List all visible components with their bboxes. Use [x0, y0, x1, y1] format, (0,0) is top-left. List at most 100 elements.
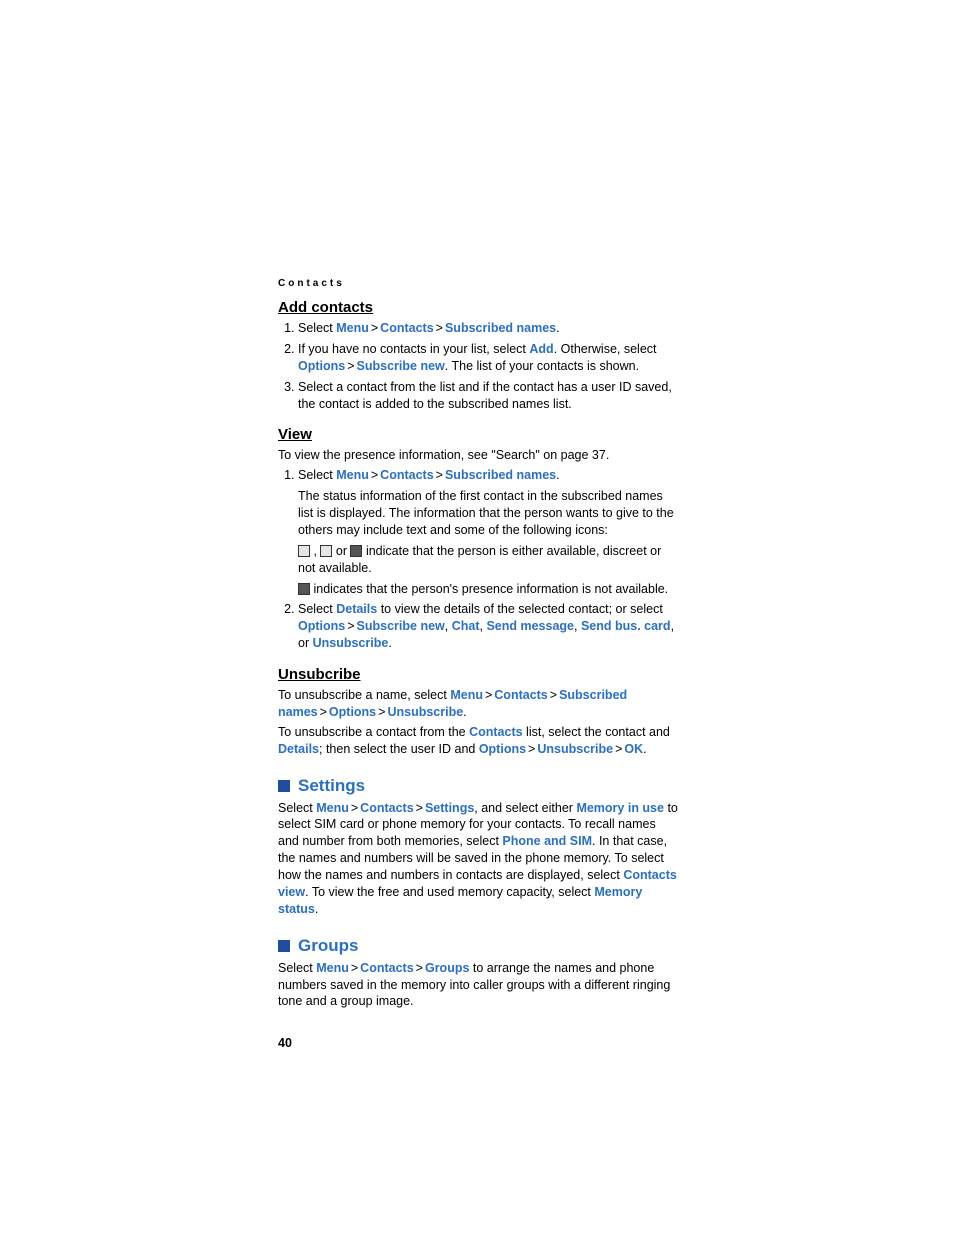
link-send-message[interactable]: Send message	[486, 619, 574, 633]
heading-settings: Settings	[278, 776, 678, 796]
body-text: . Otherwise, select	[554, 342, 657, 356]
body-text: .	[388, 636, 391, 650]
presence-available-icon	[298, 545, 310, 557]
body-text: Select	[298, 321, 336, 335]
link-chat[interactable]: Chat	[452, 619, 480, 633]
link-ok[interactable]: OK	[624, 742, 643, 756]
link-contacts[interactable]: Contacts	[494, 688, 547, 702]
body-text: indicates that the person's presence inf…	[310, 582, 668, 596]
link-phone-and-sim[interactable]: Phone and SIM	[502, 834, 592, 848]
body-text: The status information of the first cont…	[298, 488, 678, 539]
link-menu[interactable]: Menu	[336, 468, 369, 482]
link-groups[interactable]: Groups	[425, 961, 469, 975]
link-unsubscribe[interactable]: Unsubscribe	[537, 742, 613, 756]
body-text: to view the details of the selected cont…	[377, 602, 663, 616]
link-menu[interactable]: Menu	[450, 688, 483, 702]
list-item: Select Menu>Contacts>Subscribed names.	[298, 320, 678, 337]
body-text: Select	[298, 602, 336, 616]
link-unsubscribe[interactable]: Unsubscribe	[313, 636, 389, 650]
body-text: To view the presence information, see "S…	[278, 447, 678, 464]
page-number: 40	[278, 1036, 292, 1050]
separator: >	[436, 321, 443, 335]
body-text: Select Menu>Contacts>Settings, and selec…	[278, 800, 678, 918]
heading-groups: Groups	[278, 936, 678, 956]
body-text: ,	[574, 619, 581, 633]
list-item: Select Details to view the details of th…	[298, 601, 678, 652]
body-text: ,	[310, 544, 320, 558]
link-options[interactable]: Options	[479, 742, 526, 756]
body-text: Select Menu>Contacts>Groups to arrange t…	[278, 960, 678, 1011]
body-text: To unsubscribe a contact from the Contac…	[278, 724, 678, 758]
body-text: , and select either	[474, 801, 576, 815]
link-send-bus-card[interactable]: Send bus. card	[581, 619, 671, 633]
body-text: .	[463, 705, 466, 719]
body-text: . To view the free and used memory capac…	[305, 885, 594, 899]
presence-unknown-icon	[298, 583, 310, 595]
body-text: If you have no contacts in your list, se…	[298, 342, 529, 356]
link-memory-in-use[interactable]: Memory in use	[576, 801, 664, 815]
body-text: .	[643, 742, 646, 756]
body-text: .	[556, 468, 559, 482]
link-contacts[interactable]: Contacts	[380, 321, 433, 335]
heading-unsubscribe: Unsubcribe	[278, 666, 678, 683]
separator: >	[347, 619, 354, 633]
link-subscribe-new[interactable]: Subscribe new	[357, 619, 445, 633]
link-unsubscribe[interactable]: Unsubscribe	[387, 705, 463, 719]
section-bullet-icon	[278, 780, 290, 792]
heading-add-contacts: Add contacts	[278, 299, 678, 316]
heading-text: Settings	[298, 776, 365, 796]
body-text: To unsubscribe a name, select	[278, 688, 450, 702]
view-steps: Select Menu>Contacts>Subscribed names. T…	[278, 467, 678, 652]
link-contacts[interactable]: Contacts	[380, 468, 433, 482]
list-item: If you have no contacts in your list, se…	[298, 341, 678, 375]
link-menu[interactable]: Menu	[316, 801, 349, 815]
link-details[interactable]: Details	[278, 742, 319, 756]
link-subscribe-new[interactable]: Subscribe new	[357, 359, 445, 373]
presence-unavailable-icon	[350, 545, 362, 557]
list-item: Select Menu>Contacts>Subscribed names. T…	[298, 467, 678, 597]
separator: >	[351, 961, 358, 975]
icon-line: indicates that the person's presence inf…	[298, 581, 678, 598]
link-options[interactable]: Options	[298, 619, 345, 633]
add-contacts-steps: Select Menu>Contacts>Subscribed names. I…	[278, 320, 678, 412]
link-menu[interactable]: Menu	[336, 321, 369, 335]
link-add[interactable]: Add	[529, 342, 553, 356]
separator: >	[436, 468, 443, 482]
icon-line: , or indicate that the person is either …	[298, 543, 678, 577]
link-settings[interactable]: Settings	[425, 801, 474, 815]
body-text: or	[332, 544, 350, 558]
separator: >	[320, 705, 327, 719]
separator: >	[351, 801, 358, 815]
body-text: ; then select the user ID and	[319, 742, 479, 756]
separator: >	[378, 705, 385, 719]
heading-view: View	[278, 426, 678, 443]
body-text: .	[315, 902, 318, 916]
body-text: Select	[298, 468, 336, 482]
link-contacts[interactable]: Contacts	[469, 725, 522, 739]
link-subscribed-names[interactable]: Subscribed names	[445, 468, 556, 482]
page-content: Contacts Add contacts Select Menu>Contac…	[278, 278, 678, 1013]
heading-text: Groups	[298, 936, 358, 956]
separator: >	[528, 742, 535, 756]
body-text: Select	[278, 801, 316, 815]
link-contacts[interactable]: Contacts	[360, 801, 413, 815]
body-text: Select	[278, 961, 316, 975]
separator: >	[371, 468, 378, 482]
body-text: To unsubscribe a name, select Menu>Conta…	[278, 687, 678, 721]
body-text: . The list of your contacts is shown.	[445, 359, 639, 373]
body-text: ,	[445, 619, 452, 633]
separator: >	[416, 961, 423, 975]
link-options[interactable]: Options	[329, 705, 376, 719]
link-options[interactable]: Options	[298, 359, 345, 373]
separator: >	[416, 801, 423, 815]
link-contacts[interactable]: Contacts	[360, 961, 413, 975]
list-item: Select a contact from the list and if th…	[298, 379, 678, 413]
body-text: .	[556, 321, 559, 335]
separator: >	[485, 688, 492, 702]
presence-discreet-icon	[320, 545, 332, 557]
link-subscribed-names[interactable]: Subscribed names	[445, 321, 556, 335]
separator: >	[347, 359, 354, 373]
link-menu[interactable]: Menu	[316, 961, 349, 975]
section-bullet-icon	[278, 940, 290, 952]
link-details[interactable]: Details	[336, 602, 377, 616]
